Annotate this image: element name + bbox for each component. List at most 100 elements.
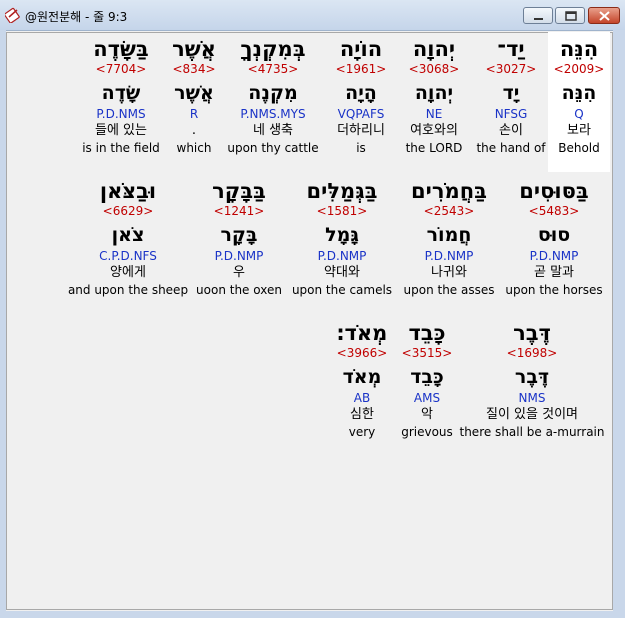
word-column[interactable]: כָּבֵד <3515> כָּבֵד AMS 악 grievous: [401, 320, 453, 440]
strong-number[interactable]: <3966>: [337, 345, 388, 361]
word-column[interactable]: בַּגְּמַלִּים <1581> גָּמָל P.D.NMP 약대와 …: [292, 178, 392, 298]
english-gloss: which: [176, 141, 212, 155]
korean-gloss: 더하리니: [337, 123, 385, 138]
english-gloss: and upon the sheep: [67, 283, 189, 297]
strong-number[interactable]: <1698>: [460, 345, 605, 361]
english-gloss: grievous: [401, 425, 453, 439]
word-column[interactable]: יַד־ <3027> יָד NFSG 손이 the hand of: [476, 36, 545, 156]
word-column[interactable]: הוֹיָה <1961> הָיָה VQPAFS 더하리니 is: [336, 36, 387, 156]
strong-number[interactable]: <2543>: [404, 203, 495, 219]
lemma: דֶּבֶר: [514, 366, 550, 388]
strong-number[interactable]: <834>: [172, 61, 216, 77]
strong-number[interactable]: <5483>: [505, 203, 602, 219]
word-column[interactable]: דֶּבֶר <1698> דֶּבֶר NMS 질이 있을 것이며 there…: [460, 320, 605, 440]
hebrew-word: בַּבָּקָר: [212, 179, 266, 203]
strong-number[interactable]: <1241>: [196, 203, 282, 219]
korean-gloss: 네 생축: [252, 123, 294, 138]
hebrew-word: בַּשָּׂדֶה: [93, 37, 149, 61]
hebrew-word: וּבַצֹּאן: [99, 179, 157, 203]
english-gloss: there shall be a-murrain: [459, 425, 605, 439]
strong-number[interactable]: <1961>: [336, 61, 387, 77]
title-bar[interactable]: @원전분해 - 줄 9:3: [0, 0, 625, 31]
english-gloss: upon the asses: [403, 283, 495, 297]
lemma: הִנֵּה: [561, 82, 597, 104]
morphology-code: P.NMS.MYS: [240, 107, 306, 121]
lemma: יְהוָה: [414, 82, 454, 104]
window-frame-bottom: [0, 611, 625, 618]
close-button[interactable]: [588, 7, 620, 24]
word-column[interactable]: בַּסּוּסִים <5483> סוּס P.D.NMP 곧 말과 upo…: [505, 178, 602, 298]
hebrew-word: בַּסּוּסִים: [519, 179, 589, 203]
korean-gloss: 우: [233, 265, 245, 280]
minimize-icon: [534, 18, 543, 20]
morphology-code: Q: [574, 107, 584, 121]
korean-gloss: 심한: [350, 407, 374, 422]
window-frame-right: [613, 30, 625, 618]
morphology-code: P.D.NMP: [529, 249, 579, 263]
hebrew-word: הִנֵּה: [559, 37, 599, 61]
english-gloss: upon the horses: [505, 283, 603, 297]
strong-number[interactable]: <6629>: [68, 203, 188, 219]
morphology-code: NE: [425, 107, 443, 121]
korean-gloss: 질이 있을 것이며: [486, 407, 578, 422]
korean-gloss: 여호와의: [410, 123, 458, 138]
korean-gloss: 곧 말과: [533, 265, 575, 280]
word-column[interactable]: בְּמִקְנְךָ <4735> מִקְנֶה P.NMS.MYS 네 생…: [227, 36, 318, 156]
word-column[interactable]: בַּבָּקָר <1241> בָּקָר P.D.NMP 우 uoon t…: [196, 178, 282, 298]
english-gloss: is in the field: [82, 141, 160, 155]
strong-number[interactable]: <3515>: [401, 345, 453, 361]
strong-number[interactable]: <2009>: [554, 61, 605, 77]
strong-number[interactable]: <3027>: [476, 61, 545, 77]
morphology-code: P.D.NMP: [214, 249, 264, 263]
lemma: מְאֹד: [342, 366, 382, 388]
minimize-button[interactable]: [523, 7, 553, 24]
lemma: שָׂדֶה: [101, 82, 141, 104]
strong-number[interactable]: <4735>: [227, 61, 318, 77]
morphology-code: R: [189, 107, 199, 121]
word-column[interactable]: יְהוָה <3068> יְהוָה NE 여호와의 the LORD: [406, 36, 463, 156]
lemma: יָד: [502, 82, 520, 104]
word-column[interactable]: וּבַצֹּאן <6629> צֹאן C.P.D.NFS 양에게 and …: [68, 178, 188, 298]
english-gloss: very: [348, 425, 376, 439]
korean-gloss: 손이: [499, 123, 523, 138]
strong-number[interactable]: <3068>: [406, 61, 463, 77]
maximize-button[interactable]: [555, 7, 585, 24]
strong-number[interactable]: <7704>: [82, 61, 160, 77]
word-column[interactable]: בַּחֲמֹרִים <2543> חֲמוֹר P.D.NMP 나귀와 up…: [404, 178, 495, 298]
lemma: כָּבֵד: [410, 366, 444, 388]
strong-number[interactable]: <1581>: [292, 203, 392, 219]
word-column[interactable]: מְאֹד׃ <3966> מְאֹד AB 심한 very: [337, 320, 388, 440]
korean-gloss: .: [191, 123, 197, 138]
hebrew-word: יַד־: [497, 37, 525, 61]
lemma: חֲמוֹר: [426, 224, 472, 246]
word-column[interactable]: הִנֵּה <2009> הִנֵּה Q 보라 Behold: [554, 36, 605, 156]
hebrew-word: בְּמִקְנְךָ: [240, 37, 306, 61]
korean-gloss: 나귀와: [431, 265, 467, 280]
morphology-code: P.D.NMP: [317, 249, 367, 263]
hebrew-word: מְאֹד׃: [336, 321, 388, 345]
word-column[interactable]: אֲשֶׁר <834> אֲשֶׁר R . which: [172, 36, 216, 156]
morphology-code: NMS: [518, 391, 546, 405]
english-gloss: is: [356, 141, 366, 155]
word-column[interactable]: בַּשָּׂדֶה <7704> שָׂדֶה P.D.NMS 들에 있는 i…: [82, 36, 160, 156]
lemma: אֲשֶׁר: [174, 82, 214, 104]
english-gloss: the LORD: [405, 141, 463, 155]
morphology-code: NFSG: [494, 107, 528, 121]
lemma: גָּמָל: [325, 224, 359, 246]
morphology-code: AB: [353, 391, 371, 405]
hebrew-word: יְהוָה: [412, 37, 456, 61]
hebrew-word: דֶּבֶר: [513, 321, 551, 345]
app-icon: [5, 7, 20, 23]
lemma: צֹאן: [111, 224, 145, 246]
maximize-icon: [565, 11, 577, 21]
lemma: סוּס: [537, 224, 571, 246]
korean-gloss: 보라: [567, 123, 591, 138]
close-icon: [599, 11, 610, 21]
hebrew-word: כָּבֵד: [408, 321, 446, 345]
lemma: הָיָה: [345, 82, 377, 104]
lemma: בָּקָר: [220, 224, 258, 246]
hebrew-word: בַּגְּמַלִּים: [306, 179, 378, 203]
morphology-code: VQPAFS: [337, 107, 385, 121]
english-gloss: upon thy cattle: [227, 141, 319, 155]
morphology-code: C.P.D.NFS: [99, 249, 157, 263]
